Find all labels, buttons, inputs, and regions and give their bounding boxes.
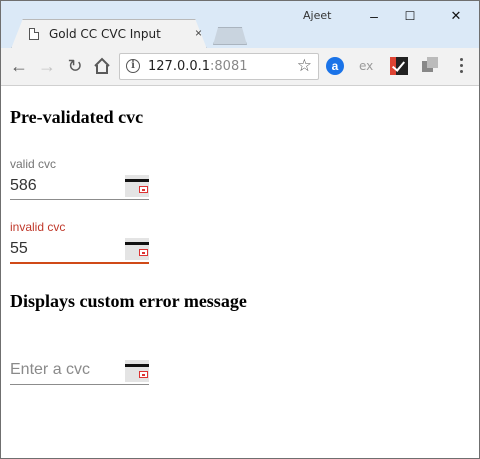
browser-toolbar: ← → ↻ i 127.0.0.1:8081 ☆ a ex [1,48,479,86]
url-text[interactable]: 127.0.0.1:8081 [148,59,248,74]
home-icon[interactable] [90,54,114,78]
close-window-button[interactable]: ✕ [441,5,471,27]
kebab-menu-icon[interactable] [453,56,469,76]
minimize-button[interactable]: – [359,5,389,27]
field-label: invalid cvc [10,220,66,234]
info-icon[interactable]: i [126,59,140,73]
input-underline-error [10,262,149,264]
address-bar[interactable]: i 127.0.0.1:8081 ☆ [119,53,319,80]
invalid-cvc-field: invalid cvc [10,220,150,265]
page-content: Pre-validated cvc valid cvc invalid cvc … [1,87,479,458]
credit-card-icon [125,238,149,260]
extension-ex-icon[interactable]: ex [359,57,377,75]
custom-error-cvc-field [10,359,150,387]
maximize-button[interactable]: ☐ [395,5,425,27]
tab-close-icon[interactable]: × [195,27,202,39]
extension-a-icon[interactable]: a [326,57,344,75]
input-underline [10,199,149,200]
reload-icon[interactable]: ↻ [63,54,87,78]
back-arrow-icon[interactable]: ← [7,54,31,78]
tab-title: Gold CC CVC Input [49,27,161,41]
title-bar: Gold CC CVC Input × Ajeet – ☐ ✕ [1,1,479,48]
browser-window: Gold CC CVC Input × Ajeet – ☐ ✕ ← → ↻ i … [0,0,480,459]
cvc-input[interactable] [10,175,122,197]
new-tab-button[interactable] [213,27,247,45]
credit-card-icon [125,360,149,382]
extension-pages-icon[interactable] [422,57,440,75]
cvc-input[interactable] [10,359,122,381]
input-underline [10,384,149,385]
section-title-prevalidated: Pre-validated cvc [10,107,144,127]
profile-name[interactable]: Ajeet [303,9,331,22]
field-label: valid cvc [10,157,57,171]
credit-card-icon [125,175,149,197]
forward-arrow-icon[interactable]: → [35,54,59,78]
cvc-input[interactable] [10,238,122,260]
valid-cvc-field: valid cvc [10,157,150,201]
section-title-custom-error: Displays custom error message [10,291,247,311]
bookmark-star-icon[interactable]: ☆ [297,56,312,76]
extension-checkmark-icon[interactable] [390,57,408,75]
active-tab-content[interactable]: Gold CC CVC Input × [15,19,205,49]
document-icon [29,28,39,40]
